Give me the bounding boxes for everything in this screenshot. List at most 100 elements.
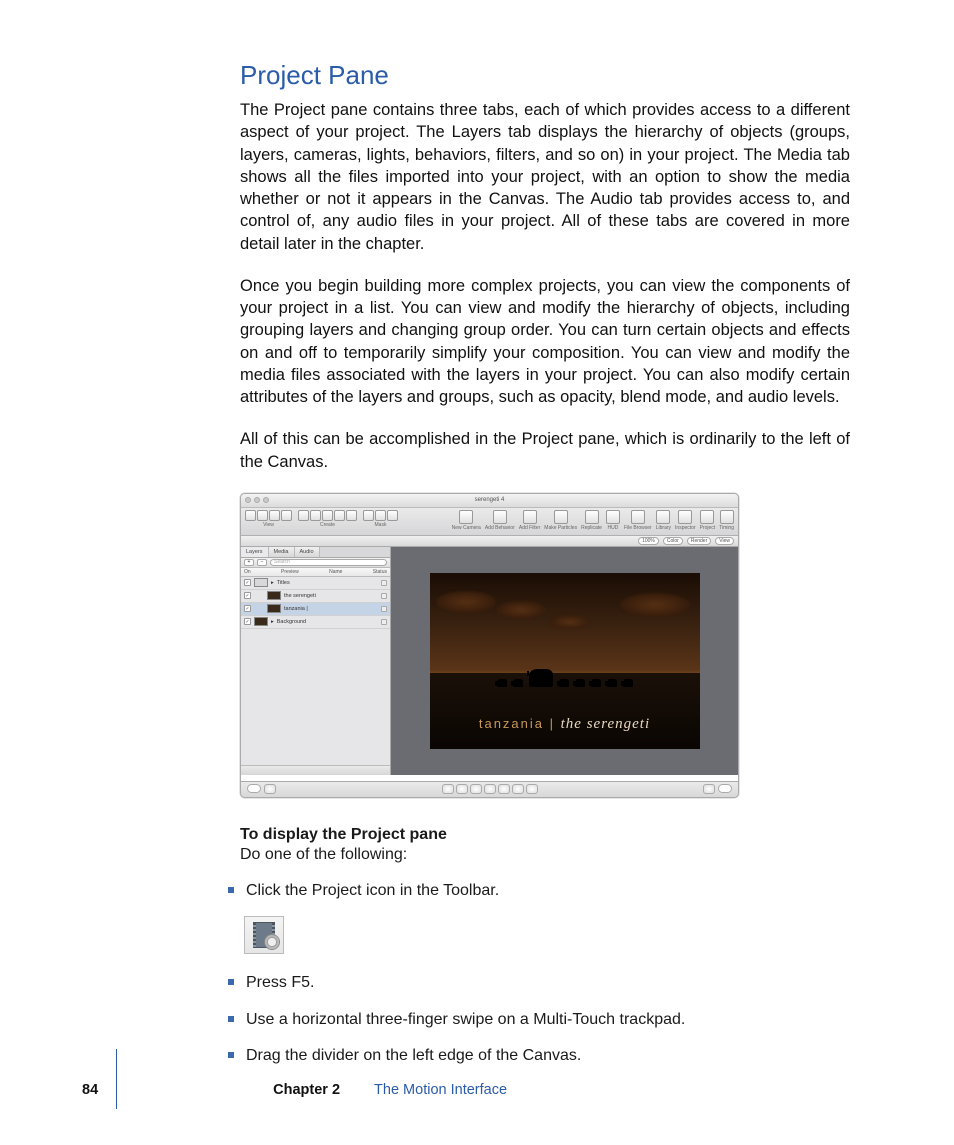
column-on: On (244, 569, 251, 575)
tool-icon (310, 510, 321, 521)
bullet-text: Click the Project icon in the Toolbar. (246, 882, 499, 899)
column-status: Status (373, 569, 387, 575)
replicate-icon (585, 510, 599, 524)
color-channel: Color (663, 537, 683, 545)
layer-thumbnail (254, 617, 268, 626)
transport-button (703, 784, 715, 794)
canvas-options-bar: 100% Color Render View (241, 536, 738, 547)
tool-icon (387, 510, 398, 521)
add-button: + (244, 559, 254, 566)
checkbox-icon: ✓ (244, 605, 251, 612)
tool-icon (257, 510, 268, 521)
go-to-start-icon (442, 784, 454, 794)
window-titlebar: serengeti 4 (241, 494, 738, 508)
section-heading: Project Pane (240, 60, 850, 91)
library-icon (656, 510, 670, 524)
page-footer: 84 Chapter 2 The Motion Interface (82, 1071, 894, 1109)
toolbar-label: Inspector (675, 525, 696, 531)
layer-thumbnail (254, 578, 268, 587)
toolbar-label: Timing (719, 525, 734, 531)
inspector-icon (678, 510, 692, 524)
canvas-title-text: tanzania | the serengeti (430, 716, 700, 733)
layer-thumbnail (267, 604, 281, 613)
bullet-item: Use a horizontal three-finger swipe on a… (228, 1009, 850, 1031)
lock-icon (381, 606, 387, 612)
tab-audio: Audio (295, 547, 320, 557)
elephant-silhouette (575, 679, 585, 687)
project-icon (700, 510, 714, 524)
add-behavior-icon (493, 510, 507, 524)
footer-divider (116, 1049, 117, 1109)
close-icon (245, 497, 251, 503)
checkbox-icon: ✓ (244, 579, 251, 586)
transport-bar (241, 781, 738, 797)
canvas-text-part2: the serengeti (561, 716, 651, 732)
tool-icon (269, 510, 280, 521)
search-field: Search (270, 559, 387, 566)
new-camera-icon (459, 510, 473, 524)
transport-button (264, 784, 276, 794)
project-toolbar-icon-sample (244, 916, 284, 954)
tool-icon (322, 510, 333, 521)
hud-icon (606, 510, 620, 524)
toolbar-label: Add Behavior (485, 525, 515, 531)
file-browser-icon (631, 510, 645, 524)
toolbar-label: Add Filter (519, 525, 540, 531)
toolbar-label: Make Particles (544, 525, 577, 531)
column-preview: Preview (281, 569, 299, 575)
go-to-end-icon (498, 784, 510, 794)
page-number: 84 (82, 1082, 98, 1098)
toolbar-group-view: View (245, 510, 292, 528)
layer-row: ✓ ▸ Background (241, 616, 390, 629)
lock-icon (381, 593, 387, 599)
layer-thumbnail (267, 591, 281, 600)
bullet-text: Drag the divider on the left edge of the… (246, 1047, 581, 1064)
record-icon (512, 784, 524, 794)
play-icon (470, 784, 482, 794)
tool-icon (298, 510, 309, 521)
tool-icon (334, 510, 345, 521)
lock-icon (381, 580, 387, 586)
tab-media: Media (269, 547, 295, 557)
elephant-silhouette (591, 679, 601, 687)
bullet-item: Click the Project icon in the Toolbar. (228, 880, 850, 954)
toolbar-label: View (263, 522, 274, 528)
loop-icon (526, 784, 538, 794)
bullet-text: Press F5. (246, 974, 314, 991)
layer-row: ✓ ▸ Titles (241, 577, 390, 590)
tab-layers: Layers (241, 547, 269, 557)
tool-icon (281, 510, 292, 521)
canvas-frame: tanzania | the serengeti (430, 573, 700, 749)
elephant-silhouette (607, 679, 617, 687)
app-toolbar: View Create (241, 508, 738, 536)
canvas-area: tanzania | the serengeti (391, 547, 738, 775)
app-screenshot-figure: serengeti 4 View (240, 493, 850, 798)
layer-name: Titles (277, 580, 290, 586)
bullet-text: Use a horizontal three-finger swipe on a… (246, 1011, 685, 1028)
make-particles-icon (554, 510, 568, 524)
body-paragraph: All of this can be accomplished in the P… (240, 428, 850, 473)
toolbar-label: HUD (608, 525, 619, 531)
add-filter-icon (523, 510, 537, 524)
layer-name: the serengeti (284, 593, 316, 599)
remove-button: − (257, 559, 267, 566)
app-window: serengeti 4 View (240, 493, 739, 798)
elephant-silhouette (513, 679, 523, 687)
toolbar-label: Replicate (581, 525, 602, 531)
toolbar-label: Mask (375, 522, 387, 528)
timecode-display (247, 784, 261, 793)
elephant-silhouette (559, 679, 569, 687)
tool-icon (363, 510, 374, 521)
elephant-silhouette (623, 679, 633, 687)
zoom-level: 100% (638, 537, 659, 545)
window-title: serengeti 4 (475, 497, 505, 503)
toolbar-label: File Browser (624, 525, 652, 531)
instruction-subtext: Do one of the following: (240, 846, 850, 864)
layer-name: Background (277, 619, 306, 625)
bullet-item: Press F5. (228, 972, 850, 994)
chapter-title: The Motion Interface (374, 1082, 507, 1098)
checkbox-icon: ✓ (244, 592, 251, 599)
toolbar-label: Library (656, 525, 671, 531)
tool-icon (346, 510, 357, 521)
tool-icon (245, 510, 256, 521)
